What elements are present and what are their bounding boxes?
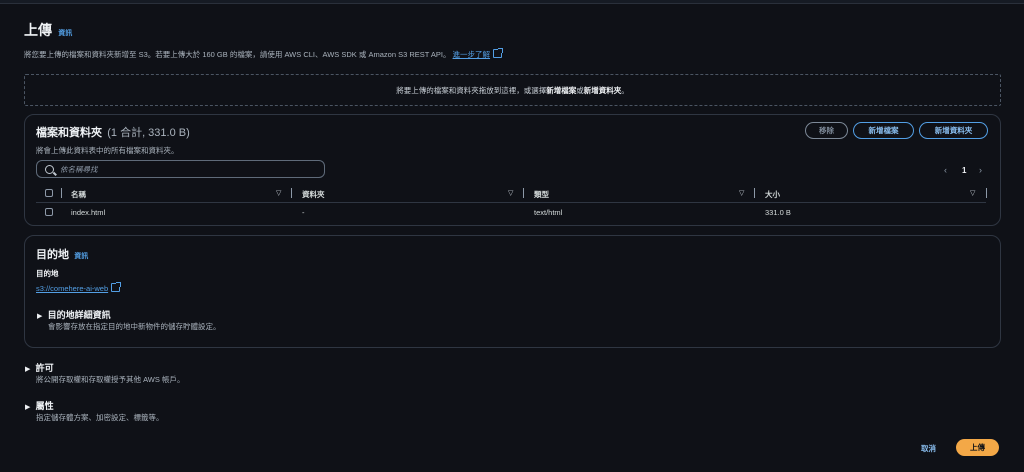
learn-more-link[interactable]: 進一步了解 — [453, 50, 491, 59]
prev-page-icon[interactable]: ‹ — [944, 165, 947, 175]
files-panel-title: 檔案和資料夾 — [36, 127, 102, 139]
dropzone-or: 或 — [576, 85, 584, 95]
permissions-toggle[interactable]: ▶ 許可 — [25, 361, 54, 374]
column-separator[interactable] — [986, 188, 987, 198]
bucket-link[interactable]: s3://comehere-ai-web — [36, 284, 108, 293]
add-files-button[interactable]: 新增檔案 — [853, 122, 914, 139]
sort-size-icon[interactable]: ▽ — [970, 189, 975, 197]
destination-label: 目的地 — [36, 269, 59, 278]
external-link-icon — [111, 282, 122, 292]
destination-info-link[interactable]: 資訊 — [74, 253, 88, 260]
files-panel-count: (1 合計, 331.0 B) — [107, 127, 190, 139]
destination-bucket: s3://comehere-ai-web — [36, 282, 122, 293]
select-all-checkbox[interactable] — [45, 189, 53, 197]
search-placeholder: 依名稱尋找 — [60, 164, 98, 174]
dropzone-add-folder: 新增資料夾 — [583, 85, 622, 95]
column-size[interactable]: 大小 — [765, 189, 780, 200]
upload-button[interactable]: 上傳 — [956, 439, 999, 456]
page-header: 上傳 資訊 — [24, 20, 72, 40]
permissions-title: 許可 — [35, 363, 54, 373]
remove-button[interactable]: 移除 — [805, 122, 848, 139]
search-icon — [45, 164, 54, 174]
dropzone-suffix: 。 — [621, 85, 629, 95]
column-separator[interactable] — [523, 188, 524, 198]
cell-type: text/html — [534, 208, 563, 217]
column-separator — [61, 188, 62, 198]
sort-name-icon[interactable]: ▽ — [276, 189, 281, 197]
top-border — [0, 0, 1024, 4]
sort-folder-icon[interactable]: ▽ — [508, 189, 513, 197]
destination-title: 目的地 — [36, 249, 69, 261]
column-separator[interactable] — [291, 188, 292, 198]
description-text: 將您要上傳的檔案和資料夾新增至 S3。若要上傳大於 160 GB 的檔案，請使用… — [24, 50, 451, 59]
page-description: 將您要上傳的檔案和資料夾新增至 S3。若要上傳大於 160 GB 的檔案，請使用… — [24, 48, 504, 60]
properties-toggle[interactable]: ▶ 屬性 — [25, 399, 54, 412]
destination-details-title: 目的地詳細資訊 — [47, 310, 111, 320]
properties-sub: 指定儲存體方案、加密設定、標籤等。 — [36, 413, 164, 422]
permissions-sub: 將公開存取權和存取權授予其他 AWS 帳戶。 — [36, 375, 185, 384]
cell-size: 331.0 B — [765, 208, 791, 217]
expand-caret-icon: ▶ — [37, 313, 43, 320]
table-row: index.html - text/html 331.0 B — [36, 204, 986, 220]
destination-header: 目的地 資訊 — [36, 246, 88, 262]
search-input[interactable]: 依名稱尋找 — [36, 160, 325, 178]
files-panel-header: 檔案和資料夾 (1 合計, 331.0 B) — [36, 124, 190, 140]
cancel-button[interactable]: 取消 — [921, 443, 936, 454]
expand-caret-icon: ▶ — [25, 404, 31, 411]
next-page-icon[interactable]: › — [979, 165, 982, 175]
destination-details-toggle[interactable]: ▶ 目的地詳細資訊 — [37, 308, 111, 321]
external-link-icon — [493, 48, 504, 58]
upload-dropzone[interactable]: 將要上傳的檔案和資料夾拖放到這裡，或選擇 新增檔案或新增資料夾。 — [24, 74, 1001, 106]
destination-details-sub: 會影響存放在指定目的地中新物件的儲存貯體設定。 — [48, 322, 221, 331]
sort-type-icon[interactable]: ▽ — [739, 189, 744, 197]
expand-caret-icon: ▶ — [25, 366, 31, 373]
files-panel-subtitle: 將會上傳此資料表中的所有檔案和資料夾。 — [36, 146, 179, 155]
dropzone-add-files: 新增檔案 — [546, 85, 577, 95]
page-number[interactable]: 1 — [962, 166, 966, 175]
cell-name: index.html — [71, 208, 106, 217]
properties-title: 屬性 — [35, 401, 54, 411]
info-link[interactable]: 資訊 — [58, 30, 72, 37]
column-name[interactable]: 名稱 — [71, 189, 86, 200]
row-checkbox[interactable] — [45, 208, 53, 216]
column-type[interactable]: 類型 — [534, 189, 549, 200]
add-folder-button[interactable]: 新增資料夾 — [919, 122, 988, 139]
page-title: 上傳 — [24, 22, 52, 38]
table-header-divider — [36, 202, 986, 203]
dropzone-prefix: 將要上傳的檔案和資料夾拖放到這裡，或選擇 — [396, 85, 547, 95]
cell-folder: - — [302, 208, 305, 217]
column-folder[interactable]: 資料夾 — [302, 189, 325, 200]
column-separator[interactable] — [754, 188, 755, 198]
